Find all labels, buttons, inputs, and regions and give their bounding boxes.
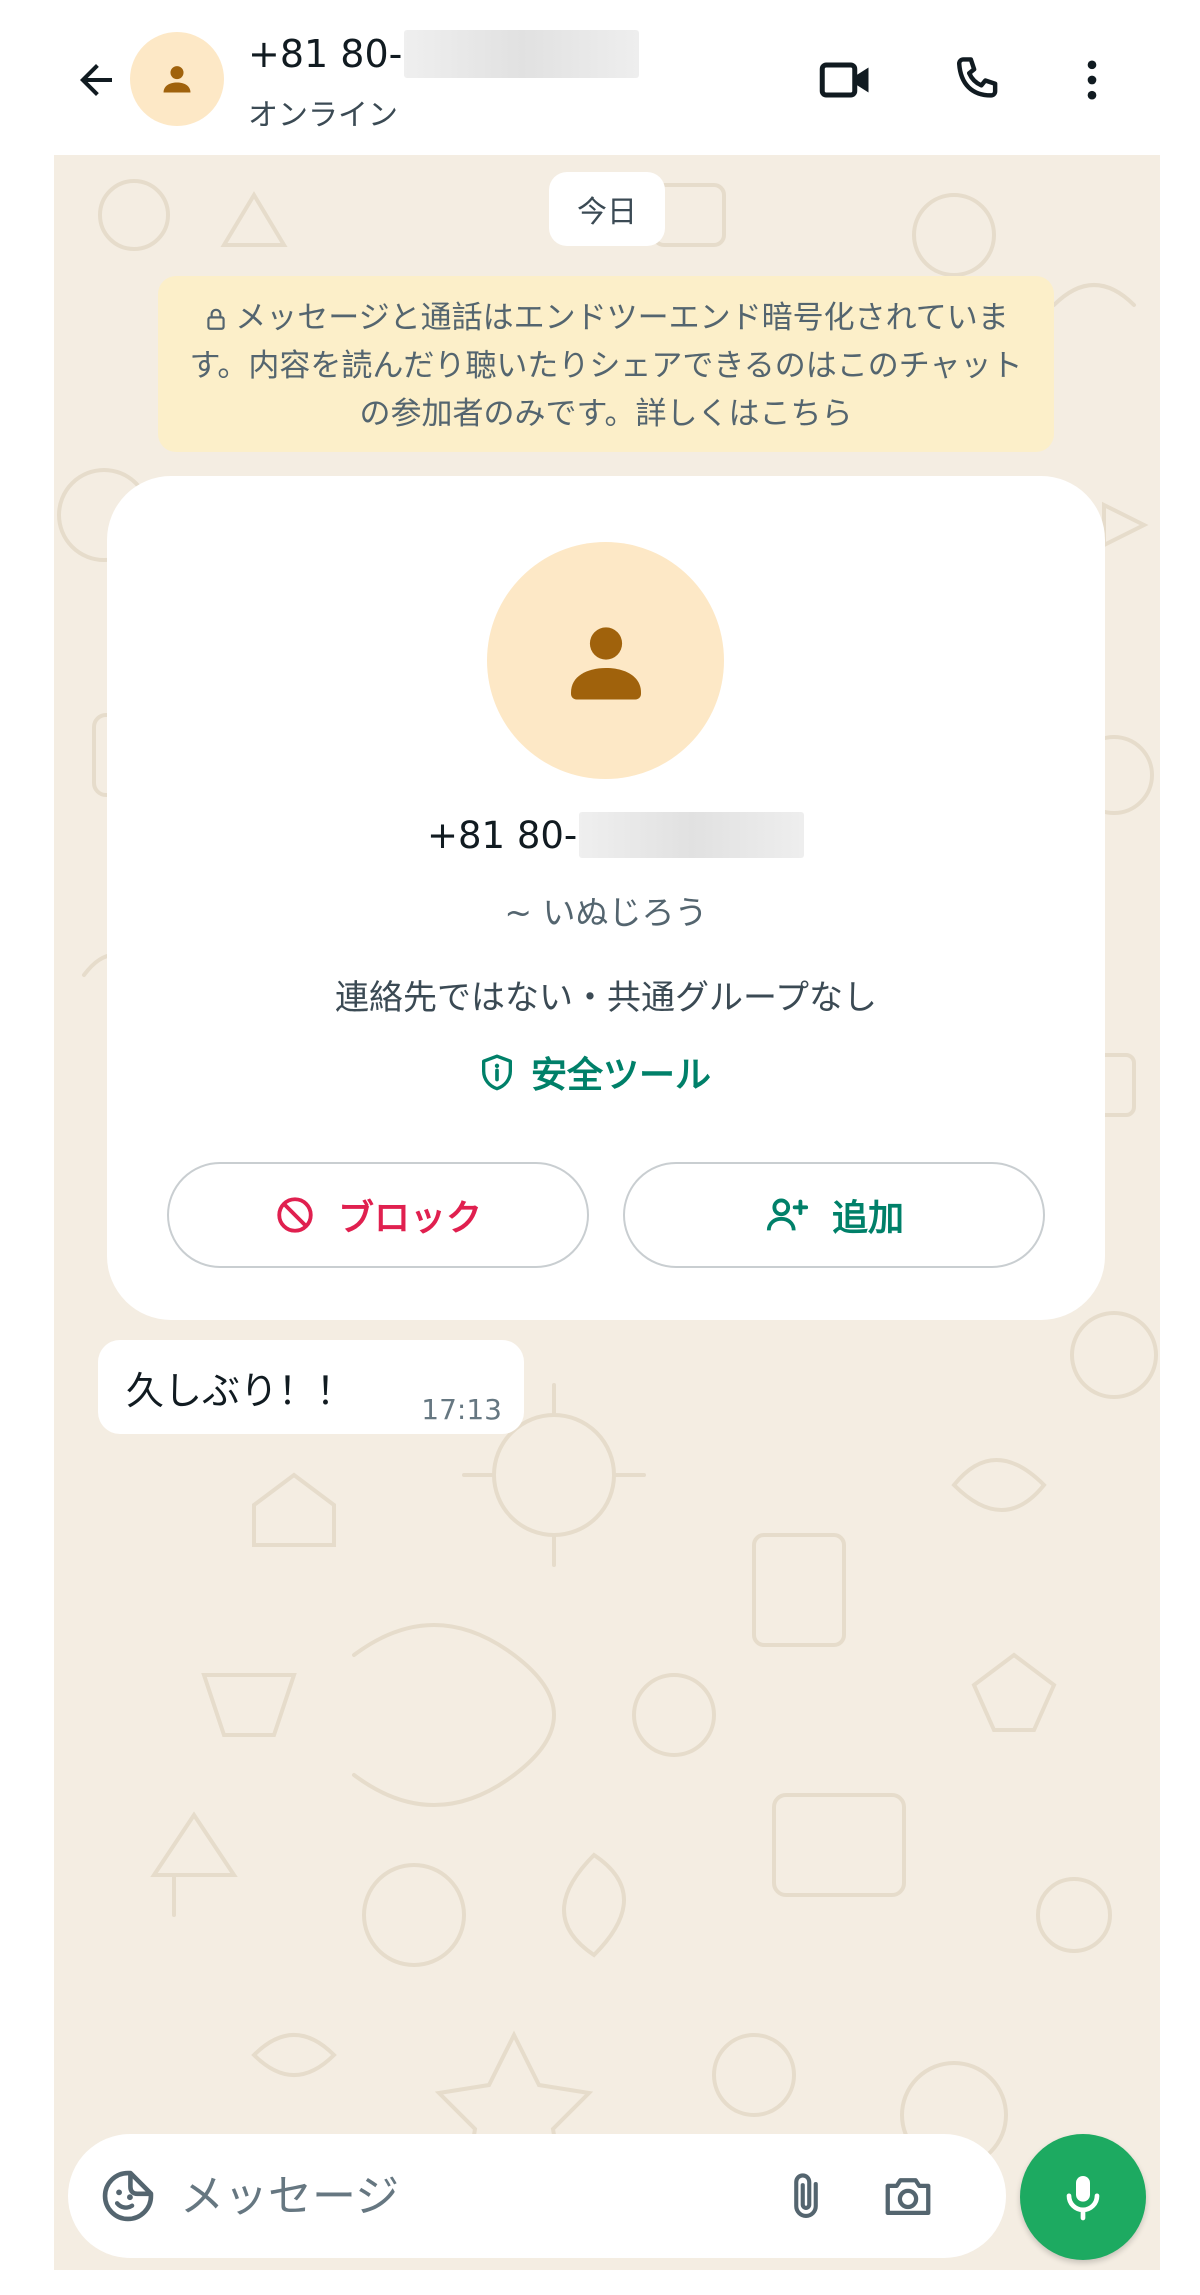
camera-icon (885, 2178, 931, 2216)
add-contact-button[interactable]: 追加 (623, 1162, 1045, 1268)
attach-button[interactable] (774, 2164, 838, 2228)
microphone-icon (1066, 2176, 1100, 2221)
encryption-notice[interactable]: メッセージと通話はエンドツーエンド暗号化されています。内容を読んだり聴いたりシェ… (158, 276, 1054, 452)
online-status: オンライン (248, 98, 398, 133)
sticker-icon (102, 2170, 154, 2222)
message-time: 17:13 (421, 1393, 502, 1426)
incoming-message[interactable]: 久しぶり！！ 17:13 (98, 1340, 524, 1434)
safety-tools-label: 安全ツール (531, 1055, 712, 1096)
block-label: ブロック (337, 1198, 482, 1239)
number-redaction (579, 812, 805, 858)
message-text: 久しぶり！！ (126, 1369, 355, 1413)
chat-header: +81 80- オンライン (0, 0, 1200, 155)
person-icon (163, 66, 191, 93)
block-button[interactable]: ブロック (167, 1162, 589, 1268)
contact-card-number-prefix: +81 80- (427, 813, 578, 857)
contact-number-prefix: +81 80- (248, 32, 403, 76)
sticker-button[interactable] (94, 2162, 162, 2230)
back-button[interactable] (62, 46, 130, 114)
video-camera-icon (819, 62, 869, 98)
add-label: 追加 (831, 1198, 904, 1239)
voice-message-button[interactable] (1020, 2134, 1146, 2260)
voice-call-button[interactable] (940, 44, 1012, 116)
shield-info-icon (482, 1054, 512, 1091)
encryption-notice-text: メッセージと通話はエンドツーエンド暗号化されています。内容を読んだり聴いたりシェ… (189, 300, 1023, 432)
message-composer (68, 2134, 1006, 2258)
more-options-button[interactable] (1056, 44, 1128, 116)
paperclip-icon (794, 2173, 818, 2218)
message-input[interactable] (180, 2154, 740, 2238)
contact-info: 連絡先ではない・共通グループなし (335, 978, 877, 1018)
camera-button[interactable] (876, 2164, 940, 2228)
person-icon (570, 626, 641, 699)
block-icon (277, 1197, 313, 1233)
contact-number[interactable]: +81 80- (248, 30, 640, 78)
date-chip: 今日 (549, 172, 665, 246)
video-call-button[interactable] (810, 44, 882, 116)
add-person-icon (766, 1198, 809, 1231)
contact-card-number: +81 80- (427, 812, 805, 858)
safety-tools-link[interactable]: 安全ツール (477, 1044, 711, 1100)
contact-nickname: ~ いぬじろう (504, 893, 708, 932)
contact-card-avatar[interactable] (487, 542, 724, 779)
contact-card: +81 80- ~ いぬじろう 連絡先ではない・共通グループなし 安全ツール ブ… (107, 476, 1105, 1320)
more-vertical-icon (1087, 60, 1097, 100)
contact-avatar[interactable] (130, 32, 224, 126)
lock-icon (207, 308, 225, 330)
arrow-left-icon (80, 64, 112, 96)
number-redaction (404, 30, 640, 78)
phone-icon (956, 57, 998, 98)
